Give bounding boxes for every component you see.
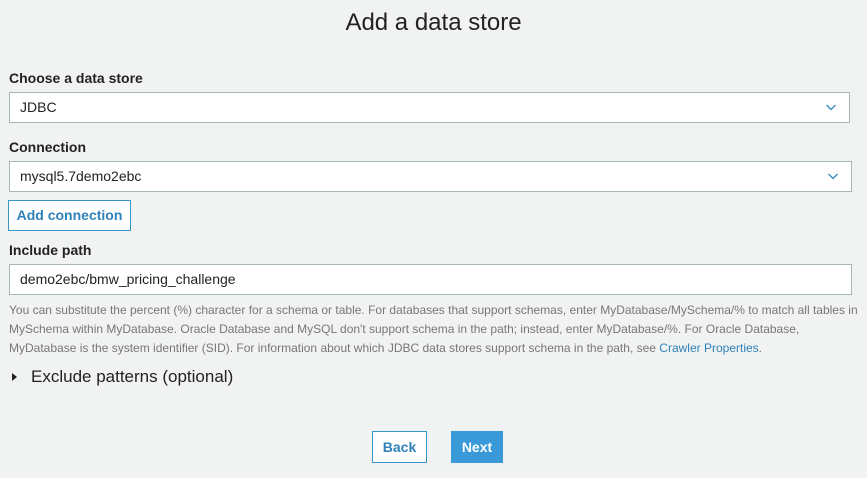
help-text-suffix: . xyxy=(758,341,763,355)
chevron-down-icon xyxy=(828,173,838,180)
exclude-patterns-label: Exclude patterns (optional) xyxy=(31,367,234,386)
include-path-input[interactable]: demo2ebc/bmw_pricing_challenge xyxy=(9,264,852,295)
back-button[interactable]: Back xyxy=(372,431,427,463)
add-connection-button[interactable]: Add connection xyxy=(8,200,131,231)
page-title: Add a data store xyxy=(345,9,522,36)
include-path-label: Include path xyxy=(9,242,92,258)
chevron-down-icon xyxy=(826,104,836,111)
include-path-value: demo2ebc/bmw_pricing_challenge xyxy=(20,271,236,287)
connection-value: mysql5.7demo2ebc xyxy=(20,168,142,184)
exclude-patterns-toggle[interactable]: Exclude patterns (optional) xyxy=(12,365,233,389)
data-store-select[interactable]: JDBC xyxy=(9,92,850,123)
data-store-label: Choose a data store xyxy=(9,70,143,86)
connection-label: Connection xyxy=(9,139,86,155)
crawler-properties-link[interactable]: Crawler Properties xyxy=(659,341,758,355)
data-store-value: JDBC xyxy=(20,99,57,115)
include-path-help-text: You can substitute the percent (%) chara… xyxy=(9,301,859,358)
caret-right-icon xyxy=(12,373,17,381)
next-button[interactable]: Next xyxy=(451,431,503,463)
connection-select[interactable]: mysql5.7demo2ebc xyxy=(9,161,852,192)
